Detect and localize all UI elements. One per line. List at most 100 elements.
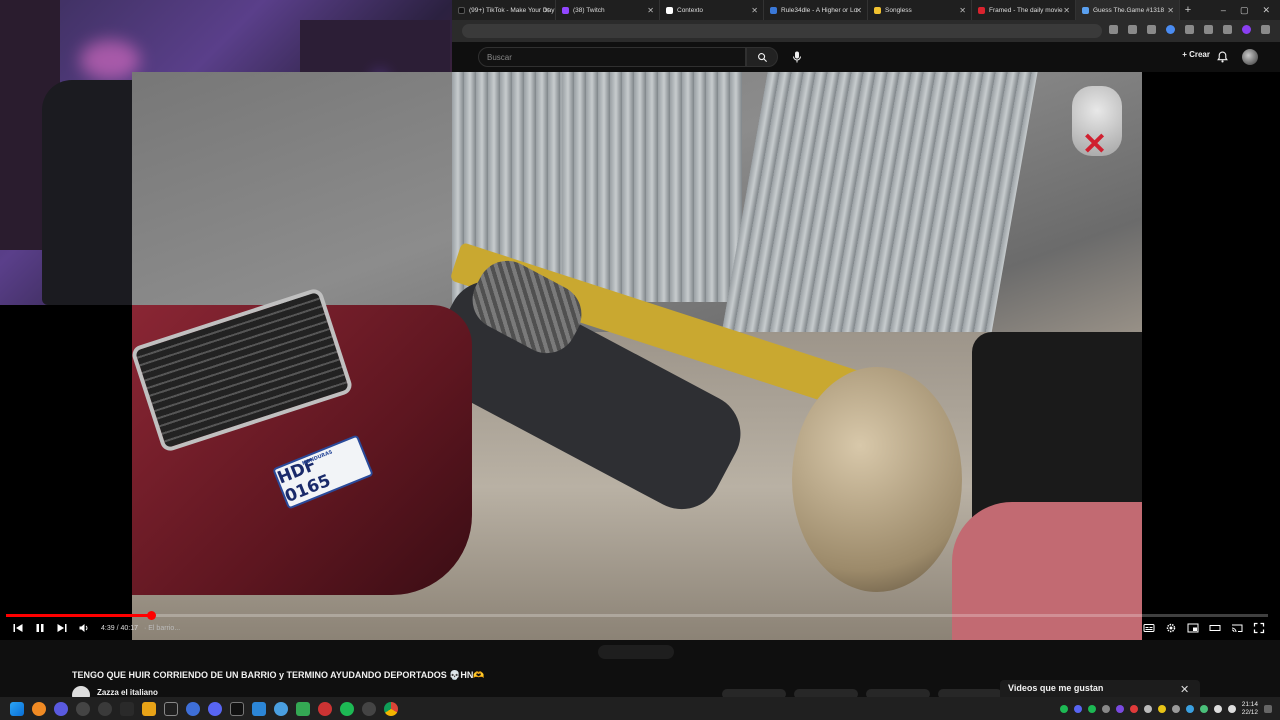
tray-app-icon[interactable] [1073, 704, 1082, 713]
tab-search-icon[interactable] [1204, 25, 1213, 34]
tray-app-icon[interactable] [1087, 704, 1096, 713]
tab-close-icon[interactable]: ✕ [751, 6, 758, 15]
player-controls-right [1138, 617, 1280, 639]
tab-close-icon[interactable]: ✕ [647, 6, 654, 15]
extension-icon[interactable] [1147, 25, 1156, 34]
volume-button[interactable] [73, 617, 95, 639]
next-button[interactable] [51, 617, 73, 639]
tab-label: Songless [885, 6, 912, 14]
settings-button[interactable] [1160, 617, 1182, 639]
tab-label: Guess The.Game #1318 [1093, 6, 1165, 14]
taskbar-clock[interactable]: 21:14 22/12 [1242, 701, 1258, 717]
app-icon[interactable] [252, 701, 266, 716]
app-icon[interactable] [164, 701, 178, 716]
voice-search-button[interactable] [788, 48, 806, 66]
theater-mode-button[interactable] [1204, 617, 1226, 639]
close-window-button[interactable]: ✕ [1262, 5, 1270, 16]
profile-sync-icon[interactable] [1223, 25, 1232, 34]
browser-tab[interactable]: (38) Twitch ✕ [556, 0, 660, 20]
next-icon [57, 624, 67, 632]
search-icon[interactable] [32, 701, 46, 716]
browser-tab-active[interactable]: Guess The.Game #1318 ✕ [1076, 0, 1180, 20]
tab-favicon-icon [978, 6, 985, 14]
extension-blue-icon[interactable] [1166, 25, 1175, 34]
browser-tab[interactable]: (99+) TikTok - Make Your Day ✕ [452, 0, 556, 20]
tray-app-icon[interactable] [1185, 704, 1194, 713]
create-label: Crear [1189, 50, 1210, 59]
app-icon[interactable] [98, 701, 112, 716]
chrome-icon[interactable] [384, 701, 398, 716]
app-icon[interactable] [142, 701, 156, 716]
windows-start-icon[interactable] [10, 701, 24, 716]
previous-button[interactable] [7, 617, 29, 639]
wifi-icon[interactable] [1213, 704, 1222, 713]
search-input[interactable]: Buscar [478, 47, 746, 67]
close-icon[interactable]: ✕ [1180, 683, 1189, 696]
player-controls: 4:39 / 40:17 · El barrio... [0, 617, 1280, 639]
install-icon[interactable] [1109, 25, 1118, 34]
tab-close-icon[interactable]: ✕ [959, 6, 966, 15]
tray-spotify-icon[interactable] [1059, 704, 1068, 713]
puzzle-icon[interactable] [1185, 25, 1194, 34]
menu-dots-icon[interactable] [1261, 25, 1270, 34]
minimize-button[interactable]: – [1221, 5, 1226, 16]
spotify-icon[interactable] [340, 701, 354, 716]
app-icon[interactable] [296, 701, 310, 716]
discord-icon[interactable] [208, 701, 222, 716]
subtitles-button[interactable] [1138, 617, 1160, 639]
tiktok-icon[interactable] [230, 701, 244, 716]
browser-tab[interactable]: Contexto ✕ [660, 0, 764, 20]
maximize-button[interactable]: ▢ [1240, 5, 1249, 16]
fullscreen-button[interactable] [1248, 617, 1270, 639]
watermark-x-icon: ✕ [1082, 128, 1108, 161]
pause-icon [36, 624, 44, 632]
gear-icon [1166, 623, 1176, 633]
chapter-title[interactable]: · El barrio... [144, 625, 180, 632]
app-icon[interactable] [274, 701, 288, 716]
tab-label: Framed - The daily movie [989, 6, 1063, 14]
browser-tab[interactable]: Rule34dle - A Higher or Lo ✕ [764, 0, 868, 20]
browser-tab[interactable]: Songless ✕ [868, 0, 972, 20]
app-icon[interactable] [54, 701, 68, 716]
account-avatar[interactable] [1242, 49, 1258, 65]
tray-app-icon[interactable] [1129, 704, 1138, 713]
tray-app-icon[interactable] [1101, 704, 1110, 713]
tab-favicon-icon [666, 6, 673, 14]
tab-label: (38) Twitch [573, 6, 605, 14]
cast-button[interactable] [1226, 617, 1248, 639]
tray-app-icon[interactable] [1171, 704, 1180, 713]
app-icon[interactable] [186, 701, 200, 716]
metal-fence [716, 72, 1038, 362]
pause-button[interactable] [29, 617, 51, 639]
address-bar[interactable] [462, 24, 1102, 38]
tab-close-icon[interactable]: ✕ [543, 6, 550, 15]
tab-favicon-icon [458, 6, 465, 14]
app-icon[interactable] [76, 701, 90, 716]
browser-tab[interactable]: Framed - The daily movie ✕ [972, 0, 1076, 20]
app-icon[interactable] [318, 701, 332, 716]
tray-app-icon[interactable] [1143, 704, 1152, 713]
create-button[interactable]: + Crear [1182, 50, 1210, 59]
volume-icon[interactable] [1227, 704, 1236, 713]
tray-app-icon[interactable] [1157, 704, 1166, 713]
search-button[interactable] [746, 47, 778, 67]
app-icon[interactable] [362, 701, 376, 716]
video-player[interactable]: HONDURAS HDF 0165 ✕ [132, 72, 1142, 640]
miniplayer-button[interactable] [1182, 617, 1204, 639]
tab-close-icon[interactable]: ✕ [855, 6, 862, 15]
tab-close-icon[interactable]: ✕ [1063, 6, 1070, 15]
tab-close-icon[interactable]: ✕ [1167, 6, 1174, 15]
neon-glow [80, 40, 140, 80]
tray-app-icon[interactable] [1199, 704, 1208, 713]
screen: (99+) TikTok - Make Your Day ✕ (38) Twit… [0, 0, 1280, 720]
notification-icon[interactable] [1264, 704, 1272, 713]
app-icon[interactable] [120, 701, 134, 716]
notifications-button[interactable] [1217, 50, 1228, 68]
new-tab-button[interactable]: + [1180, 4, 1196, 16]
browser-toolbar [452, 20, 1280, 42]
channel-name[interactable]: Zazza el italiano [97, 688, 158, 697]
tray-app-icon[interactable] [1115, 704, 1124, 713]
tab-favicon-icon [874, 6, 881, 14]
profile-avatar-icon[interactable] [1242, 25, 1251, 34]
bookmark-star-icon[interactable] [1128, 25, 1137, 34]
